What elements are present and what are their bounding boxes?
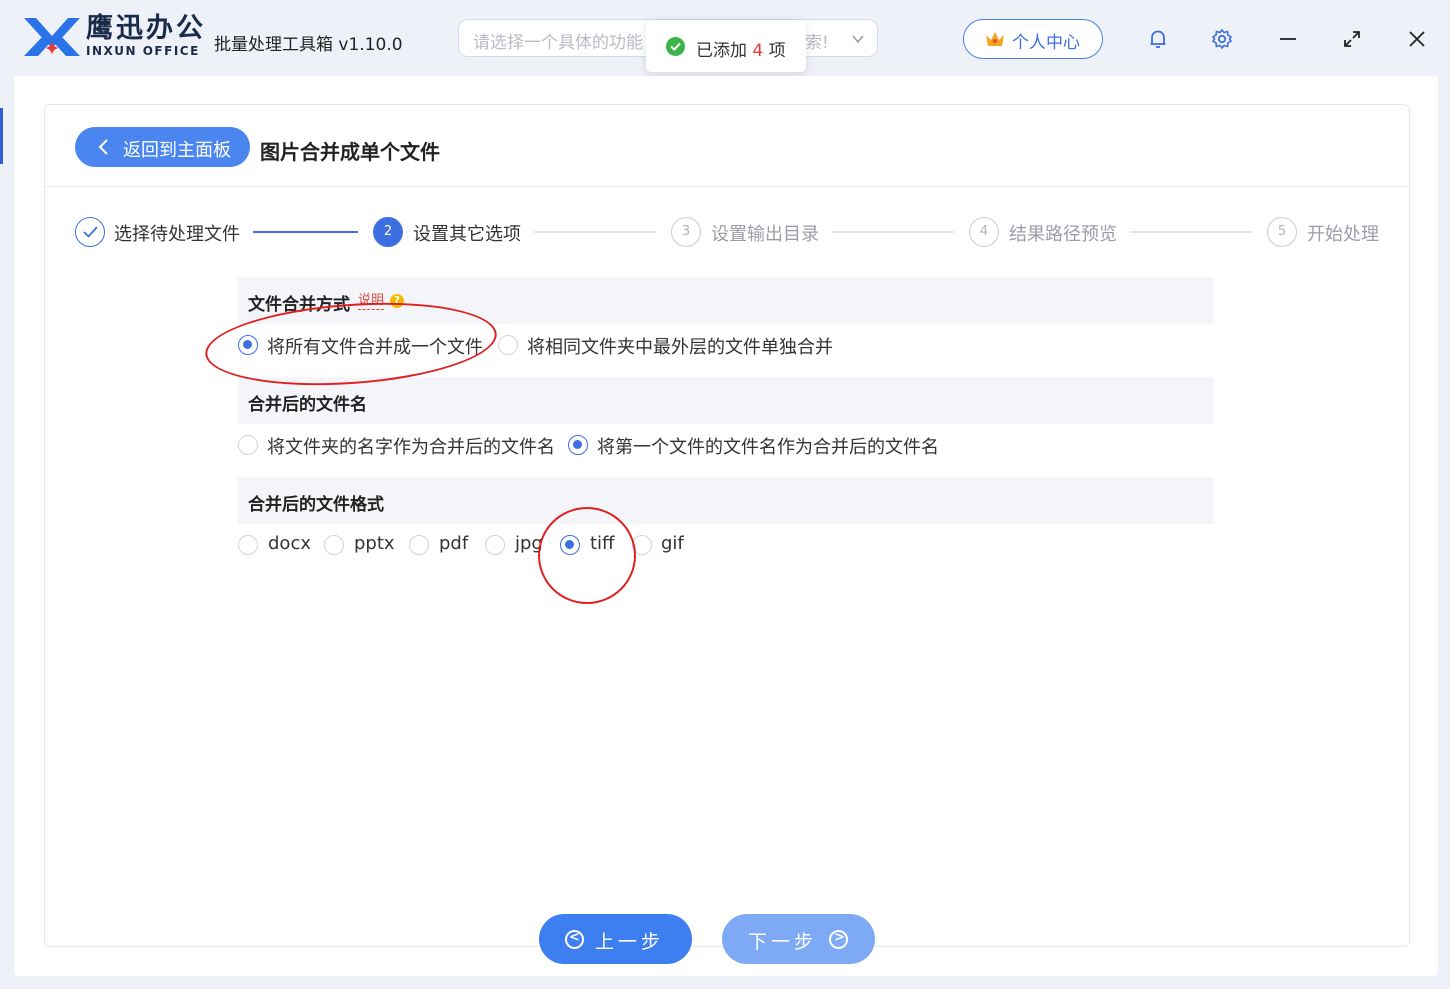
- close-icon[interactable]: [1405, 27, 1429, 51]
- profile-center-button[interactable]: 个人中心: [963, 19, 1103, 59]
- file-format-title: 合并后的文件格式: [248, 495, 384, 515]
- gear-icon[interactable]: [1210, 27, 1234, 51]
- step-5-number: 5: [1267, 217, 1297, 247]
- file-name-title: 合并后的文件名: [248, 395, 367, 415]
- step-4-number: 4: [969, 217, 999, 247]
- merge-per-folder-label[interactable]: 将相同文件夹中最外层的文件单独合并: [527, 333, 833, 359]
- step-2-label: 设置其它选项: [413, 224, 521, 245]
- success-check-icon: [666, 37, 685, 56]
- brand-name-cn: 鹰迅办公: [86, 13, 206, 44]
- bell-icon[interactable]: [1146, 27, 1170, 51]
- chevron-left-icon: [98, 139, 108, 155]
- step-3-number: 3: [671, 217, 701, 247]
- brand: 鹰迅办公 INXUN OFFICE: [86, 13, 206, 59]
- step-3-label: 设置输出目录: [711, 224, 819, 245]
- step-connector: [832, 231, 954, 233]
- step-connector: [253, 231, 358, 233]
- maximize-icon[interactable]: [1340, 27, 1364, 51]
- app-title: 批量处理工具箱 v1.10.0: [214, 35, 403, 55]
- step-5-label: 开始处理: [1307, 224, 1379, 245]
- merge-per-folder-radio[interactable]: [498, 335, 518, 355]
- search-placeholder: 请选择一个具体的功能: [473, 33, 643, 53]
- back-to-main-button[interactable]: 返回到主面板: [75, 127, 250, 167]
- search-placeholder-suffix: 索!: [805, 33, 829, 53]
- previous-step-label: 上一步: [595, 931, 665, 953]
- step-4-label: 结果路径预览: [1009, 224, 1117, 245]
- back-label: 返回到主面板: [123, 140, 231, 161]
- folder-name-radio[interactable]: [238, 435, 258, 455]
- file-name-section-header: 合并后的文件名: [238, 377, 1214, 424]
- step-1-label: 选择待处理文件: [114, 224, 240, 245]
- format-jpg-radio[interactable]: [485, 535, 505, 555]
- step-1-check-icon: [75, 217, 105, 247]
- format-docx-radio[interactable]: [238, 535, 258, 555]
- toast-prefix: 已添加: [696, 41, 747, 61]
- title-bar: 鹰迅办公 INXUN OFFICE 批量处理工具箱 v1.10.0 请选择一个具…: [0, 0, 1450, 76]
- inxun-logo-icon: [24, 18, 80, 56]
- toast-suffix: 项: [768, 41, 786, 61]
- format-pptx-label[interactable]: pptx: [354, 533, 395, 554]
- previous-step-button[interactable]: 上一步: [539, 914, 692, 964]
- step-2-number: 2: [373, 217, 403, 247]
- toast-count: 4: [752, 41, 764, 61]
- chevron-down-icon[interactable]: [851, 32, 865, 46]
- format-gif-label[interactable]: gif: [661, 533, 684, 554]
- window-edge-marker: [0, 108, 3, 164]
- arrow-right-circle-icon: [829, 930, 848, 949]
- step-connector: [534, 231, 656, 233]
- profile-label: 个人中心: [1012, 33, 1080, 53]
- format-pdf-label[interactable]: pdf: [439, 533, 468, 554]
- folder-name-label[interactable]: 将文件夹的名字作为合并后的文件名: [267, 433, 555, 459]
- minimize-icon[interactable]: [1276, 27, 1300, 51]
- first-file-name-label[interactable]: 将第一个文件的文件名作为合并后的文件名: [597, 433, 939, 459]
- annotation-circle-tiff: [538, 507, 636, 604]
- next-step-label: 下一步: [748, 931, 818, 953]
- next-step-button[interactable]: 下一步: [722, 914, 875, 964]
- page-title: 图片合并成单个文件: [260, 140, 440, 164]
- first-file-name-radio[interactable]: [568, 435, 588, 455]
- format-pdf-radio[interactable]: [409, 535, 429, 555]
- file-format-section-header: 合并后的文件格式: [238, 477, 1214, 524]
- toast-message: 已添加 4 项: [696, 36, 786, 61]
- header-divider: [45, 186, 1409, 187]
- step-connector: [1130, 231, 1252, 233]
- brand-name-en: INXUN OFFICE: [86, 44, 200, 58]
- format-docx-label[interactable]: docx: [268, 533, 311, 554]
- crown-icon: [986, 32, 1004, 46]
- arrow-left-circle-icon: [565, 930, 584, 949]
- format-pptx-radio[interactable]: [324, 535, 344, 555]
- added-toast: 已添加 4 项: [646, 20, 806, 72]
